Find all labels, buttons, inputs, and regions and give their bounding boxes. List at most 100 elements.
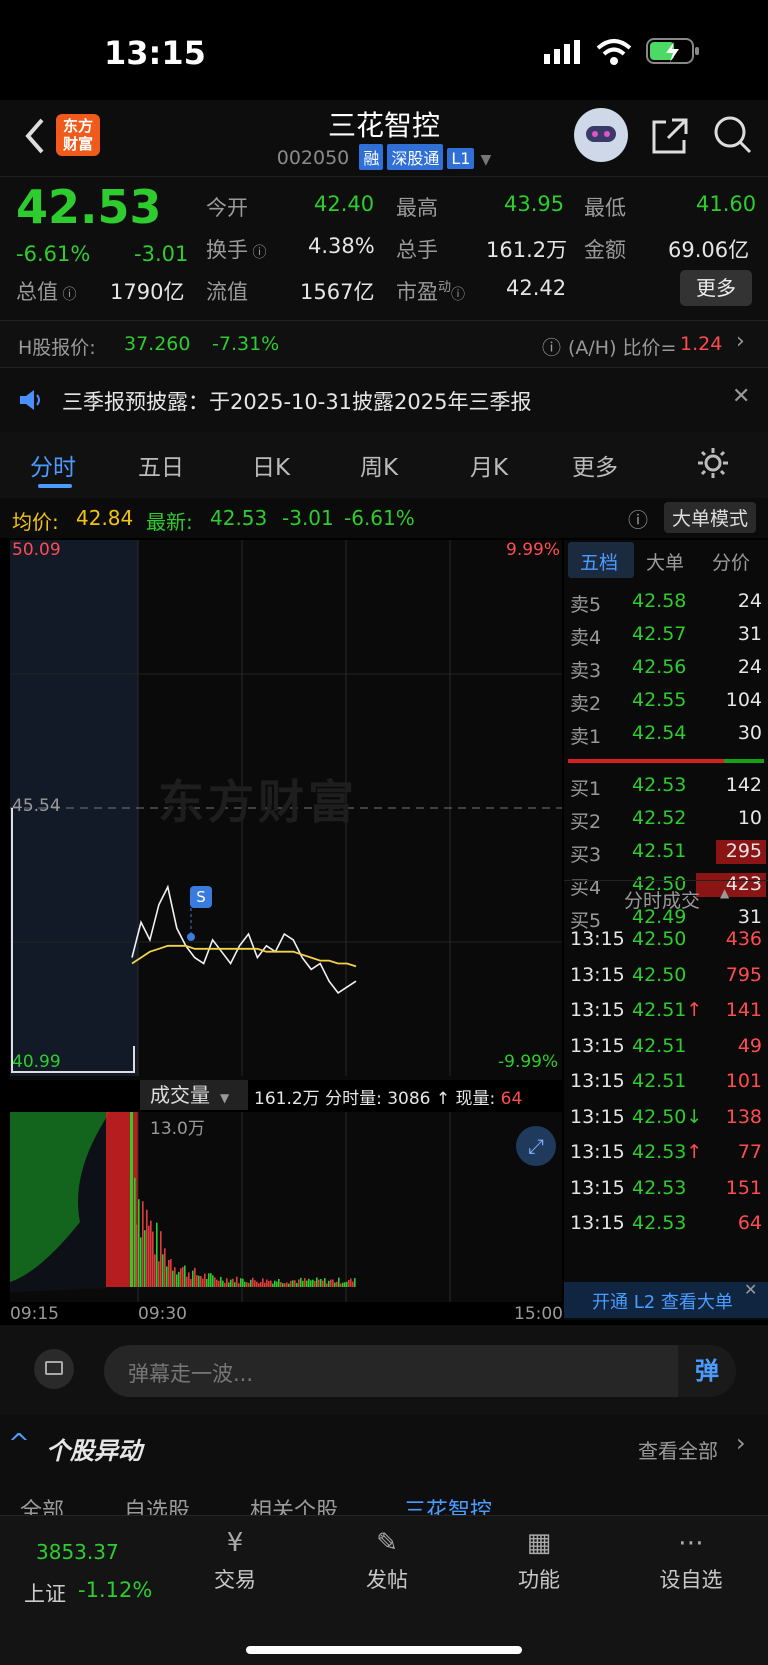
trade-volume: 436 <box>725 928 762 950</box>
volume-bar <box>272 1283 274 1287</box>
trade-row: 13:15 42.50↓ 138 <box>564 1104 768 1134</box>
danmu-send-button[interactable]: 弹 <box>678 1345 736 1397</box>
ask-row[interactable]: 卖4 42.57 31 <box>564 621 768 651</box>
h-share-row[interactable]: H股报价: 37.260 -7.31% ⓘ (A/H) 比价= 1.24 › <box>0 320 768 368</box>
ask-row[interactable]: 卖1 42.54 30 <box>564 720 768 750</box>
search-icon[interactable] <box>712 114 754 156</box>
nav-post[interactable]: ✎ 发帖 <box>332 1528 442 1594</box>
close-icon[interactable]: ✕ <box>744 1280 757 1299</box>
price-chart[interactable]: 东方财富 50.09 45.54 40.99 9.99% -9.99% S <box>10 540 562 1080</box>
high-value: 43.95 <box>504 192 565 216</box>
trade-row: 13:15 42.53↑ 77 <box>564 1139 768 1169</box>
danmu-settings-icon[interactable] <box>34 1349 74 1389</box>
y-mid-label: 45.54 <box>12 796 61 816</box>
volume-bar <box>146 1209 148 1287</box>
volume-bar <box>230 1279 232 1287</box>
help-icon[interactable]: ⓘ <box>542 333 561 360</box>
trade-price: 42.51↑ <box>632 999 703 1021</box>
tab-intraday[interactable]: 分时 <box>30 448 76 482</box>
bid-row[interactable]: 买1 42.53 142 <box>564 772 768 802</box>
ask-label: 卖1 <box>570 726 602 748</box>
volume-bar <box>232 1278 234 1287</box>
nav-trade[interactable]: ¥ 交易 <box>180 1528 290 1594</box>
index-value[interactable]: 3853.37 <box>36 1540 119 1564</box>
index-pct[interactable]: -1.12% <box>78 1578 152 1602</box>
bid-row[interactable]: 买2 42.52 10 <box>564 805 768 835</box>
tab-more[interactable]: 更多 <box>572 448 618 482</box>
robot-assistant-icon[interactable] <box>574 108 628 162</box>
bid-row[interactable]: 买3 42.51 295 <box>564 838 768 868</box>
tab-weekly[interactable]: 周K <box>360 448 398 482</box>
nav-add-watchlist[interactable]: ⋯ 设自选 <box>636 1528 746 1594</box>
amount-label: 金额 <box>584 238 626 262</box>
watermark: 东方财富 <box>158 775 358 829</box>
volume-label: 总手 <box>396 238 438 262</box>
trade-volume: 151 <box>725 1176 762 1199</box>
info-icon[interactable]: ⓘ <box>248 245 266 261</box>
x-label-0915: 09:15 <box>10 1304 59 1324</box>
notice-bar[interactable]: 三季报预披露：于2025-10-31披露2025年三季报 ✕ <box>0 368 768 432</box>
trades-title[interactable]: 分时成交 <box>624 886 700 913</box>
ask-label: 卖2 <box>570 693 602 715</box>
l2-banner[interactable]: 开通 L2 查看大单 ✕ <box>564 1280 768 1318</box>
volume-bar <box>354 1278 356 1287</box>
view-all-link[interactable]: 查看全部 <box>638 1435 718 1464</box>
share-icon[interactable] <box>650 116 690 156</box>
help-icon[interactable]: ⓘ <box>628 504 648 533</box>
l2-banner-text: 开通 L2 查看大单 <box>592 1292 733 1313</box>
ask-row[interactable]: 卖2 42.55 104 <box>564 687 768 717</box>
gear-icon[interactable] <box>696 446 730 480</box>
volume-bar <box>224 1282 226 1287</box>
battery-icon <box>646 38 699 64</box>
volume-bar <box>214 1277 216 1287</box>
ask-row[interactable]: 卖5 42.58 24 <box>564 588 768 618</box>
volume-dropdown[interactable]: 成交量 ▼ <box>140 1080 248 1110</box>
nav-trade-label: 交易 <box>214 1568 256 1592</box>
tab-daily[interactable]: 日K <box>252 448 290 482</box>
nav-functions[interactable]: ▦ 功能 <box>484 1528 594 1594</box>
volume-bar <box>226 1278 228 1287</box>
ask-row[interactable]: 卖3 42.56 24 <box>564 654 768 684</box>
volume-bar <box>328 1280 330 1287</box>
info-icon[interactable]: ⓘ <box>58 287 76 303</box>
book-tab-big[interactable]: 大单 <box>646 548 684 575</box>
volume-value: 161.2万 <box>486 238 568 262</box>
tab-5day[interactable]: 五日 <box>138 448 184 482</box>
info-icon[interactable]: ⓘ <box>451 287 465 303</box>
volume-bar <box>130 1112 133 1287</box>
volume-bar <box>210 1273 212 1287</box>
trade-row: 13:15 42.51↑ 141 <box>564 997 768 1027</box>
avg-label: 均价: <box>12 510 59 534</box>
book-tab-five[interactable]: 五档 <box>580 548 618 575</box>
volume-bar <box>258 1283 260 1287</box>
big-order-mode-button[interactable]: 大单模式 <box>664 502 757 533</box>
amount-value: 69.06亿 <box>668 238 750 262</box>
trade-volume: 49 <box>737 1034 762 1057</box>
signal-marker[interactable]: S <box>190 886 212 908</box>
close-icon[interactable]: ✕ <box>732 384 750 409</box>
tab-monthly[interactable]: 月K <box>470 448 508 482</box>
volume-bar <box>342 1282 344 1287</box>
volume-bar <box>312 1279 314 1287</box>
pe-label: 市盈动ⓘ <box>396 280 466 304</box>
chevron-down-icon[interactable]: ▼ <box>480 152 491 168</box>
collapse-icon[interactable]: ^ <box>8 1429 30 1459</box>
grid-icon: ▦ <box>526 1528 552 1558</box>
volume-bar <box>296 1283 298 1287</box>
danmu-input[interactable]: 弹幕走一波... 弹 <box>104 1345 736 1397</box>
more-button[interactable]: 更多 <box>680 270 752 306</box>
last-price: 42.53 <box>16 180 162 234</box>
tag-level: L1 <box>447 148 475 169</box>
book-tab-price[interactable]: 分价 <box>712 548 750 575</box>
index-name[interactable]: 上证 <box>24 1578 66 1608</box>
expand-icon[interactable]: ⤢ <box>516 1126 556 1166</box>
volume-bar <box>186 1276 188 1287</box>
caret-up-icon: ▲ <box>720 886 730 900</box>
volume-bar <box>212 1275 214 1287</box>
volume-bar <box>144 1230 146 1287</box>
trade-time: 13:15 <box>570 1105 625 1128</box>
trade-row: 13:15 42.50 795 <box>564 962 768 992</box>
volume-bar <box>194 1267 196 1287</box>
order-book: 五档 大单 分价 卖5 42.58 24 卖4 42.57 31 卖3 42.5… <box>564 540 768 1320</box>
volume-bar <box>300 1277 302 1287</box>
